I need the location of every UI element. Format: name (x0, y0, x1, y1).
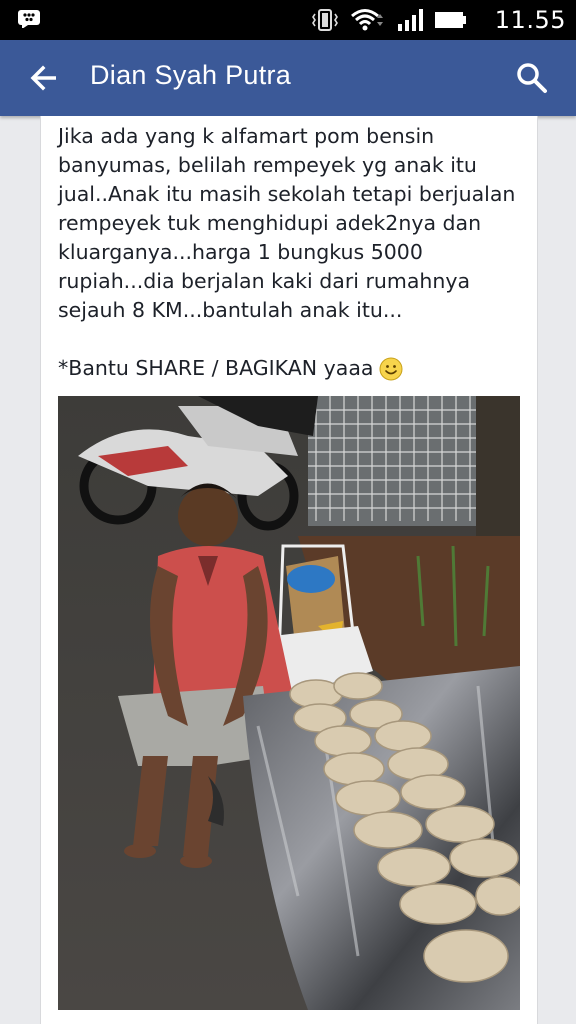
share-text: *Bantu SHARE / BAGIKAN yaaa (58, 356, 374, 380)
bbm-icon (18, 10, 40, 28)
battery-icon (435, 12, 466, 28)
arrow-left-icon[interactable] (26, 60, 62, 96)
app-bar: Dian Syah Putra (0, 40, 576, 116)
post-photo[interactable] (58, 396, 520, 1010)
smiley-icon (379, 357, 403, 380)
photo-scene (58, 396, 520, 1010)
status-bar: 11.55 (0, 0, 576, 40)
share-line: *Bantu SHARE / BAGIKAN yaaa (58, 354, 403, 383)
vibrate-icon (312, 9, 338, 31)
post-body: Jika ada yang k alfamart pom bensin bany… (58, 122, 528, 325)
post-body-text: Jika ada yang k alfamart pom bensin bany… (58, 124, 516, 322)
search-icon[interactable] (514, 60, 550, 96)
wifi-icon (351, 9, 383, 31)
page-title: Dian Syah Putra (90, 60, 292, 90)
status-time: 11.55 (494, 6, 566, 34)
signal-icon (398, 9, 423, 31)
post-card: Jika ada yang k alfamart pom bensin bany… (40, 116, 538, 1024)
